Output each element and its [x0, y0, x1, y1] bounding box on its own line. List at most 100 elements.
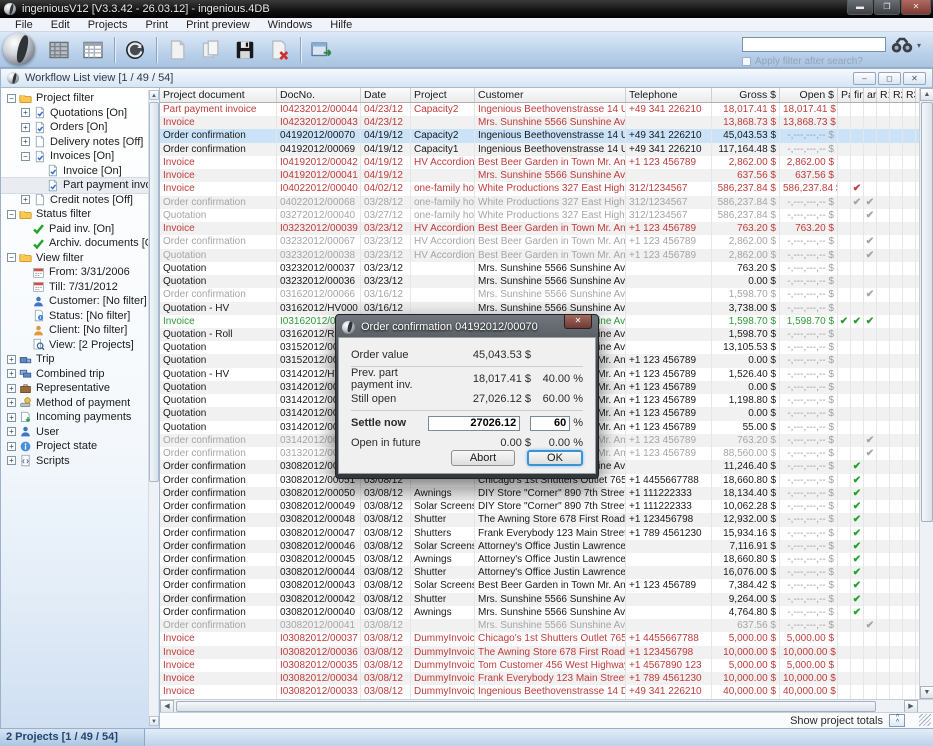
expand-icon[interactable]: +: [7, 384, 16, 393]
ok-button[interactable]: OK: [527, 450, 583, 466]
sidebar-item-from-3-31-2006[interactable]: From: 3/31/2006: [1, 265, 148, 280]
binoculars-search-icon[interactable]: [890, 35, 914, 55]
column-header-open[interactable]: Open $: [780, 88, 838, 102]
table-row[interactable]: InvoiceI04022012/0004004/02/12one-family…: [160, 182, 919, 195]
table-row[interactable]: Order confirmation03082012/0004903/08/12…: [160, 500, 919, 513]
expand-icon[interactable]: +: [7, 355, 16, 364]
sidebar-item-status-filter[interactable]: −Status filter: [1, 207, 148, 222]
table-row[interactable]: Order confirmation03082012/0004603/08/12…: [160, 540, 919, 553]
table-row[interactable]: Quotation03232012/0003803/23/12HV Accord…: [160, 249, 919, 262]
column-header-date[interactable]: Date: [361, 88, 411, 102]
menu-item-windows[interactable]: Windows: [259, 18, 322, 32]
sidebar-item-incoming-payments[interactable]: +Incoming payments: [1, 410, 148, 425]
table-row[interactable]: Order confirmation03082012/0004703/08/12…: [160, 527, 919, 540]
delete-document-button[interactable]: [264, 36, 294, 64]
table-row[interactable]: Order confirmation03082012/0004103/08/12…: [160, 619, 919, 632]
sidebar-item-archiv-documents-on[interactable]: Archiv. documents [On]: [1, 236, 148, 251]
collapse-icon[interactable]: −: [21, 152, 30, 161]
menu-item-edit[interactable]: Edit: [42, 18, 79, 32]
menu-item-hilfe[interactable]: Hilfe: [321, 18, 361, 32]
table-horizontal-scrollbar[interactable]: ◀ ▶: [160, 699, 933, 712]
column-header-gross[interactable]: Gross $: [712, 88, 780, 102]
sidebar-item-delivery-notes-off[interactable]: +Delivery notes [Off]: [1, 135, 148, 150]
show-totals-button[interactable]: ^^: [889, 714, 905, 727]
scroll-up-icon[interactable]: ▲: [920, 88, 933, 101]
sidebar-item-invoice-on[interactable]: Invoice [On]: [1, 164, 148, 179]
sidebar-item-client-no-filter[interactable]: Client: [No filter]: [1, 323, 148, 338]
expand-icon[interactable]: +: [21, 108, 30, 117]
expand-icon[interactable]: +: [7, 427, 16, 436]
table-row[interactable]: Order confirmation03082012/0004003/08/12…: [160, 606, 919, 619]
sidebar-scroll-thumb[interactable]: [149, 102, 159, 482]
sidebar-item-trip[interactable]: +Trip: [1, 352, 148, 367]
apply-filter-checkbox[interactable]: [742, 57, 751, 66]
expand-icon[interactable]: +: [7, 398, 16, 407]
table-row[interactable]: InvoiceI03082012/0003303/08/12DummyInvoi…: [160, 685, 919, 698]
mdi-close-button[interactable]: ✕: [903, 72, 926, 85]
table-row[interactable]: InvoiceI03232012/0003903/23/12HV Accordi…: [160, 222, 919, 235]
sidebar-item-user[interactable]: +User: [1, 425, 148, 440]
column-header-customer[interactable]: Customer: [475, 88, 626, 102]
table-view-button[interactable]: [44, 36, 74, 64]
sidebar-item-scripts[interactable]: +Scripts: [1, 454, 148, 469]
sidebar-item-credit-notes-off[interactable]: +Credit notes [Off]: [1, 193, 148, 208]
sidebar-item-view-filter[interactable]: −View filter: [1, 251, 148, 266]
table-row[interactable]: Order confirmation04192012/0006904/19/12…: [160, 143, 919, 156]
settle-percent-input[interactable]: [530, 416, 570, 431]
sidebar-item-paid-inv-on[interactable]: Paid inv. [On]: [1, 222, 148, 237]
table-row[interactable]: InvoiceI03082012/0003703/08/12DummyInvoi…: [160, 632, 919, 645]
table-row[interactable]: Order confirmation03232012/0006703/23/12…: [160, 235, 919, 248]
expand-icon[interactable]: +: [7, 442, 16, 451]
column-header-phone[interactable]: Telephone: [626, 88, 712, 102]
menu-item-projects[interactable]: Projects: [79, 18, 137, 32]
new-document-button[interactable]: [162, 36, 192, 64]
save-button[interactable]: [230, 36, 260, 64]
table-row[interactable]: Order confirmation03082012/0004803/08/12…: [160, 513, 919, 526]
vertical-scroll-thumb[interactable]: [921, 102, 933, 522]
sidebar-item-project-filter[interactable]: −Project filter: [1, 91, 148, 106]
collapse-icon[interactable]: −: [7, 210, 16, 219]
sync-button[interactable]: [120, 36, 150, 64]
table-row[interactable]: InvoiceI03082012/0003403/08/12DummyInvoi…: [160, 672, 919, 685]
scroll-up-icon[interactable]: ▲: [149, 90, 159, 100]
column-header-doc[interactable]: Project document: [160, 88, 277, 102]
app-logo-button[interactable]: [3, 33, 35, 65]
maximize-button[interactable]: ❐: [874, 0, 900, 15]
sidebar-scrollbar[interactable]: ▲ ▼: [148, 90, 158, 726]
search-options-caret-icon[interactable]: ▾: [917, 41, 921, 50]
minimize-button[interactable]: ▬: [847, 0, 873, 15]
close-button[interactable]: ✕: [901, 0, 931, 15]
column-header-docno[interactable]: DocNo.: [277, 88, 361, 102]
collapse-icon[interactable]: −: [7, 94, 16, 103]
mdi-minimize-button[interactable]: –: [853, 72, 876, 85]
column-header-r2[interactable]: R2: [890, 88, 903, 102]
table-row[interactable]: InvoiceI04192012/0004104/19/12Mrs. Sunsh…: [160, 169, 919, 182]
expand-icon[interactable]: +: [21, 137, 30, 146]
sidebar-item-method-of-payment[interactable]: +Method of payment: [1, 396, 148, 411]
sidebar-item-status-no-filter[interactable]: Status: [No filter]: [1, 309, 148, 324]
abort-button[interactable]: Abort: [451, 450, 515, 466]
sidebar-item-quotations-on[interactable]: +Quotations [On]: [1, 106, 148, 121]
dialog-close-button[interactable]: ✕: [564, 315, 592, 329]
sidebar-item-combined-trip[interactable]: +Combined trip: [1, 367, 148, 382]
scroll-down-icon[interactable]: ▼: [920, 686, 933, 699]
table-vertical-scrollbar[interactable]: ▲ ▼: [919, 88, 933, 699]
table-row[interactable]: Order confirmation03162012/0006603/16/12…: [160, 288, 919, 301]
table-row[interactable]: Order confirmation03082012/0004403/08/12…: [160, 566, 919, 579]
dialog-titlebar[interactable]: Order confirmation 04192012/00070 ✕: [338, 317, 596, 337]
table-row[interactable]: Order confirmation03082012/0005003/08/12…: [160, 487, 919, 500]
sidebar-item-till-7-31-2012[interactable]: Till: 7/31/2012: [1, 280, 148, 295]
sidebar-item-project-state[interactable]: +Project state: [1, 439, 148, 454]
copy-document-button[interactable]: [196, 36, 226, 64]
resize-grip[interactable]: [919, 714, 931, 726]
table-row[interactable]: Quotation03272012/0004003/27/12one-famil…: [160, 209, 919, 222]
expand-icon[interactable]: +: [7, 413, 16, 422]
expand-icon[interactable]: +: [7, 456, 16, 465]
sidebar-item-part-payment-invoice-on[interactable]: Part payment invoice [On]: [1, 178, 148, 193]
column-header-pai[interactable]: Pai: [838, 88, 851, 102]
sidebar-item-customer-no-filter[interactable]: Customer: [No filter]: [1, 294, 148, 309]
expand-icon[interactable]: +: [21, 123, 30, 132]
search-input[interactable]: [742, 37, 886, 52]
sidebar-item-invoices-on[interactable]: −Invoices [On]: [1, 149, 148, 164]
table-row[interactable]: Part payment invoiceI04232012/0004404/23…: [160, 103, 919, 116]
